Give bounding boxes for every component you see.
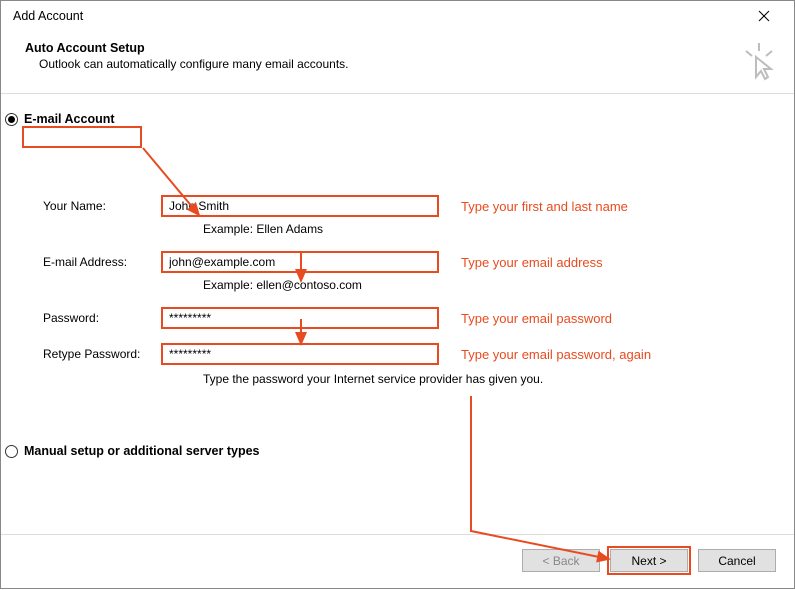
password-note: Type the password your Internet service … [203, 372, 743, 386]
name-input[interactable] [161, 195, 439, 217]
row-email: E-mail Address: Type your email address [43, 250, 743, 274]
annotation-retype: Type your email password, again [461, 347, 651, 362]
password-label: Password: [43, 311, 161, 325]
retype-password-input[interactable] [161, 343, 439, 365]
name-example: Example: Ellen Adams [203, 222, 743, 236]
radio-email-label: E-mail Account [24, 112, 115, 126]
wizard-header: Auto Account Setup Outlook can automatic… [1, 31, 794, 93]
row-your-name: Your Name: Type your first and last name [43, 194, 743, 218]
radio-icon [5, 113, 18, 126]
close-icon [758, 10, 770, 22]
header-subtitle: Outlook can automatically configure many… [25, 57, 770, 71]
window-title: Add Account [13, 9, 744, 23]
header-title: Auto Account Setup [25, 41, 770, 55]
radio-manual-setup[interactable]: Manual setup or additional server types [5, 444, 259, 458]
row-retype-password: Retype Password: Type your email passwor… [43, 342, 743, 366]
cancel-button[interactable]: Cancel [698, 549, 776, 572]
name-label: Your Name: [43, 199, 161, 213]
next-button[interactable]: Next > [610, 549, 688, 572]
email-example: Example: ellen@contoso.com [203, 278, 743, 292]
account-form: Your Name: Type your first and last name… [43, 194, 743, 386]
annotation-name: Type your first and last name [461, 199, 628, 214]
email-label: E-mail Address: [43, 255, 161, 269]
retype-label: Retype Password: [43, 347, 161, 361]
annotation-email: Type your email address [461, 255, 603, 270]
password-input[interactable] [161, 307, 439, 329]
radio-icon [5, 445, 18, 458]
wizard-cursor-icon [742, 41, 776, 81]
wizard-footer: < Back Next > Cancel [1, 534, 794, 588]
email-input[interactable] [161, 251, 439, 273]
annotation-password: Type your email password [461, 311, 612, 326]
radio-email-account[interactable]: E-mail Account [5, 112, 115, 126]
wizard-content: E-mail Account Manual setup or additiona… [1, 94, 794, 534]
add-account-dialog: Add Account Auto Account Setup Outlook c… [0, 0, 795, 589]
close-button[interactable] [744, 2, 784, 30]
footer-rule [1, 534, 794, 535]
button-row: < Back Next > Cancel [1, 549, 794, 572]
back-button: < Back [522, 549, 600, 572]
titlebar: Add Account [1, 1, 794, 31]
row-password: Password: Type your email password [43, 306, 743, 330]
radio-manual-label: Manual setup or additional server types [24, 444, 259, 458]
